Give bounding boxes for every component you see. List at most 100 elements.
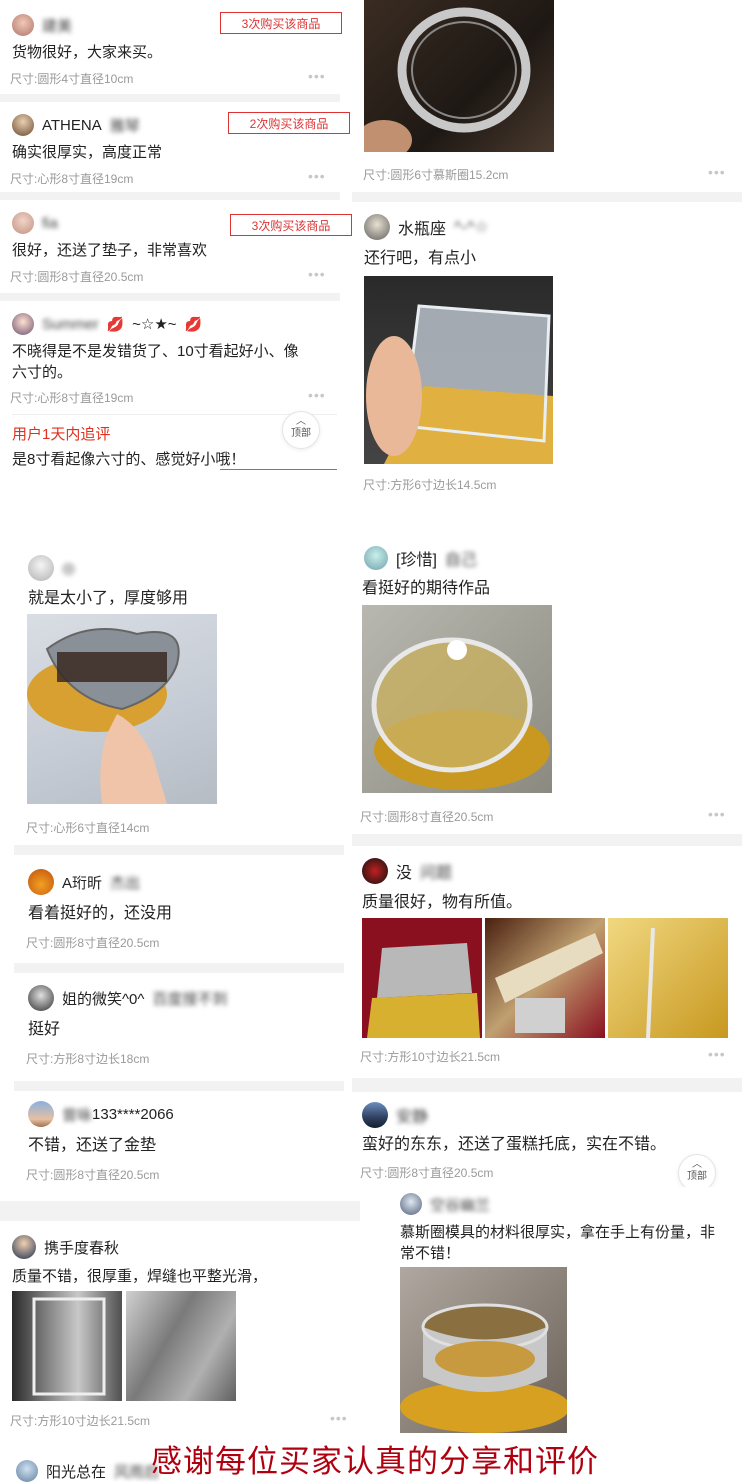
square-ring-photo [366, 304, 553, 464]
review-text: 就是太小了，厚度够用 [28, 590, 189, 607]
round-ring-photo [371, 637, 550, 790]
more-icon[interactable]: ••• [708, 1046, 726, 1062]
lips-icon: 💋 [106, 315, 125, 332]
review-photo[interactable] [126, 1291, 236, 1401]
reviewer-name-hidden: 自己 [444, 552, 477, 569]
square-ring-photo [367, 943, 480, 1038]
avatar [12, 1235, 36, 1259]
spec-label: 尺寸:圆形8寸直径20.5cm [26, 936, 160, 950]
review-text: 蛮好的东东，还送了蛋糕托底，实在不错。 [362, 1136, 667, 1153]
reviewer-name: 姐的微笑^0^ [62, 990, 145, 1008]
review-card: 建美 3次购买该商品 货物很好，大家来买。 尺寸:圆形4寸直径10cm ••• [0, 0, 342, 94]
divider [0, 94, 340, 102]
review-card: [珍惜] 自己 看挺好的期待作品 尺寸:圆形8寸直径20.5cm ••• [352, 538, 742, 834]
reviewer-name: 携手度春秋 [44, 1239, 120, 1257]
more-icon[interactable]: ••• [308, 168, 326, 184]
avatar [28, 985, 54, 1011]
reviewer: ◎ [28, 555, 75, 581]
more-icon[interactable]: ••• [708, 164, 726, 180]
review-card: ATHENA 雅琴 2次购买该商品 确实很厚实，高度正常 尺寸:心形8寸直径19… [0, 102, 350, 192]
spec-label: 尺寸:心形6寸直径14cm [26, 821, 150, 835]
spec-label: 尺寸:心形8寸直径19cm [10, 172, 134, 186]
review-card: 安静 蛮好的东东，还送了蛋糕托底，实在不错。 尺寸:圆形8寸直径20.5cm ︿… [352, 1092, 742, 1192]
reviewer: [珍惜] 自己 [364, 546, 477, 570]
thanks-banner: 感谢每位买家认真的分享和评价 [151, 1444, 599, 1480]
reviewer: fia [12, 212, 58, 234]
review-photo[interactable] [27, 614, 217, 804]
review-text: 货物很好，大家来买。 [12, 44, 163, 61]
review-photo[interactable] [485, 918, 605, 1038]
avatar [364, 214, 390, 240]
review-text: 还行吧，有点小 [364, 250, 477, 267]
reviewer: 空谷幽兰 [400, 1193, 490, 1215]
review-text: 质量不错，很厚重，焊缝也平整光滑， [12, 1268, 268, 1285]
avatar [28, 555, 54, 581]
reviewer-name-hidden: 曾咏 [62, 1106, 93, 1124]
avatar [12, 14, 34, 36]
reviewer-name: 133****2066 [92, 1105, 174, 1123]
round-ring-photo [400, 1303, 567, 1433]
reviewer-name-hidden: 问题 [420, 865, 453, 882]
reviewer: 没 问题 [362, 858, 452, 884]
divider [352, 834, 742, 846]
divider [14, 1081, 344, 1091]
spec-label: 尺寸:圆形8寸直径20.5cm [360, 1166, 494, 1180]
review-photo[interactable] [12, 1291, 122, 1401]
reviewer: A珩昕 杰出 [28, 869, 140, 895]
avatar [28, 869, 54, 895]
review-card: 曾咏 133****2066 不错，还送了金垫 尺寸:圆形8寸直径20.5cm [14, 1091, 344, 1201]
reviewer: 姐的微笑^0^ 百度搜不到 [28, 985, 227, 1011]
divider [0, 1201, 360, 1221]
more-icon[interactable]: ••• [330, 1410, 348, 1426]
review-photo[interactable] [362, 605, 552, 793]
review-text: 慕斯圈模具的材料很厚实，拿在手上有份量，非常不错！ [400, 1224, 716, 1262]
review-card: fia 3次购买该商品 很好，还送了垫子，非常喜欢 尺寸:圆形8寸直径20.5c… [0, 200, 352, 293]
reviewer-name: ◎ [62, 560, 76, 577]
spec-label: 尺寸:圆形8寸直径20.5cm [10, 270, 144, 284]
lips-icon: 💋 [184, 315, 202, 332]
review-photo[interactable] [364, 276, 553, 464]
review-card: Summer 💋 ~☆★~ 💋 不晓得是不是发错货了、10寸看起好小、像六寸的。… [0, 301, 340, 491]
more-icon[interactable]: ••• [708, 806, 726, 822]
followup-title: 用户1天内追评 [12, 426, 111, 443]
avatar [362, 858, 388, 884]
square-ring-photo [32, 1297, 106, 1396]
reviewer-name: 水瓶座 [398, 221, 447, 238]
review-text: 质量很好，物有所值。 [362, 894, 523, 911]
back-to-top-button[interactable]: ︿ 顶部 [282, 411, 320, 449]
more-icon[interactable]: ••• [308, 266, 326, 282]
divider [352, 192, 742, 202]
review-photo[interactable] [364, 0, 554, 152]
chevron-up-icon: ︿ [296, 416, 306, 427]
cake-board-photo [646, 927, 655, 1038]
review-card: 姐的微笑^0^ 百度搜不到 挺好 尺寸:方形8寸边长18cm [14, 973, 344, 1081]
reviewer-name-hidden: 百度搜不到 [152, 990, 228, 1008]
review-photo[interactable] [400, 1267, 567, 1433]
round-ring-photo [364, 7, 531, 152]
review-text: 不晓得是不是发错货了、10寸看起好小、像六寸的。 [12, 343, 299, 381]
review-photo[interactable] [362, 918, 482, 1038]
repurchase-badge: 3次购买该商品 [230, 214, 352, 236]
more-icon[interactable]: ••• [308, 68, 326, 84]
spec-label: 尺寸:圆形4寸直径10cm [10, 72, 134, 86]
avatar [12, 313, 34, 335]
reviewer: 安静 [362, 1102, 428, 1128]
reviewer: ATHENA 雅琴 [12, 114, 140, 136]
repurchase-badge: 2次购买该商品 [228, 112, 350, 134]
spec-label: 尺寸:方形6寸边长14.5cm [363, 478, 497, 492]
avatar [364, 546, 388, 570]
reviewer-name: 安静 [396, 1109, 429, 1126]
divider [0, 192, 340, 200]
avatar [362, 1102, 388, 1128]
spec-label: 尺寸:方形10寸边长21.5cm [10, 1414, 151, 1428]
avatar [400, 1193, 422, 1215]
reviewer-name-hidden: Summer [42, 315, 99, 333]
divider [352, 1078, 742, 1092]
reviewer-name: fia [42, 214, 58, 232]
reviewer-name: 建美 [42, 17, 73, 35]
reviewer-name-hidden: 杰出 [110, 874, 141, 892]
heart-ring-photo [27, 628, 180, 804]
spec-label: 尺寸:圆形8寸直径20.5cm [360, 810, 494, 824]
review-photo[interactable] [608, 918, 728, 1038]
more-icon[interactable]: ••• [308, 387, 326, 403]
